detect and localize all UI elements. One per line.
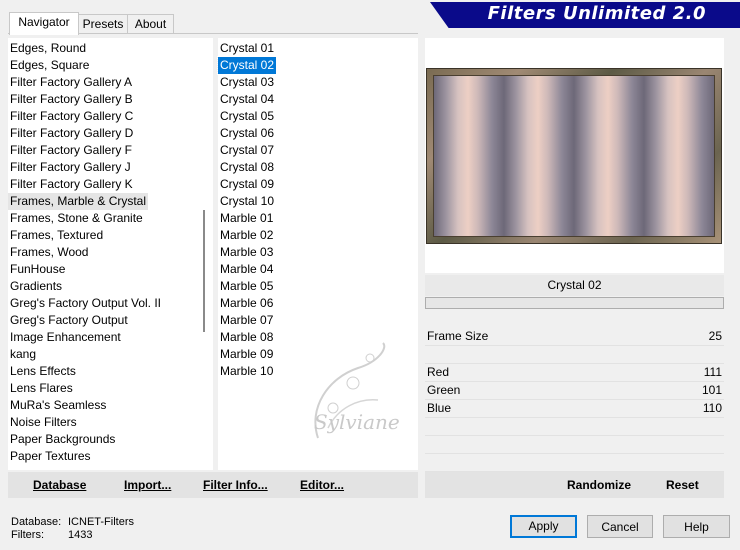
- category-item[interactable]: Frames, Wood: [8, 244, 90, 261]
- reset-button[interactable]: Reset: [666, 478, 699, 492]
- filter-item[interactable]: Crystal 04: [218, 91, 276, 108]
- filters-status-label: Filters:: [11, 529, 44, 541]
- filter-item[interactable]: Marble 01: [218, 210, 275, 227]
- app-title: Filters Unlimited 2.0: [487, 3, 706, 24]
- category-item[interactable]: Edges, Round: [8, 40, 88, 57]
- filter-item[interactable]: Marble 03: [218, 244, 275, 261]
- filter-item[interactable]: Marble 04: [218, 261, 275, 278]
- param-red[interactable]: Red 111: [425, 364, 724, 382]
- category-item[interactable]: Filter Factory Gallery B: [8, 91, 135, 108]
- filter-item[interactable]: Crystal 02: [216, 56, 278, 75]
- category-item[interactable]: Edges, Square: [8, 57, 91, 74]
- category-scrollbar[interactable]: [203, 38, 213, 470]
- filter-item[interactable]: Marble 10: [218, 363, 275, 380]
- filters-status-value: 1433: [68, 529, 93, 541]
- filter-item[interactable]: Marble 08: [218, 329, 275, 346]
- import-button[interactable]: Import...: [124, 478, 171, 492]
- watermark-text: Sylviane: [314, 410, 400, 434]
- category-item[interactable]: Filter Factory Gallery D: [8, 125, 135, 142]
- category-item[interactable]: Lens Flares: [8, 380, 75, 397]
- category-item[interactable]: Frames, Textured: [8, 227, 105, 244]
- filter-item[interactable]: Marble 05: [218, 278, 275, 295]
- tab-presets[interactable]: Presets: [77, 14, 129, 34]
- filter-item[interactable]: Crystal 03: [218, 74, 276, 91]
- param-label: Green: [427, 383, 461, 397]
- filter-list[interactable]: Sylviane Crystal 01 Crystal 02 Crystal 03 C…: [216, 38, 418, 470]
- filter-item[interactable]: Marble 09: [218, 346, 275, 363]
- category-item[interactable]: Greg's Factory Output Vol. II: [8, 295, 163, 312]
- param-label: Red: [427, 365, 450, 379]
- param-value: 111: [703, 365, 722, 379]
- category-item[interactable]: FunHouse: [8, 261, 67, 278]
- category-list[interactable]: Edges, Round Edges, Square Filter Factory …: [8, 38, 213, 470]
- param-empty-row: [425, 436, 724, 454]
- cancel-button[interactable]: Cancel: [587, 515, 653, 538]
- tab-navigator-label: Navigator: [18, 15, 70, 29]
- param-empty-row: [425, 454, 724, 472]
- tab-about[interactable]: About: [127, 14, 174, 34]
- database-status-label: Database:: [11, 516, 62, 528]
- category-item[interactable]: Gradients: [8, 278, 64, 295]
- category-item[interactable]: Greg's Factory Output: [8, 312, 130, 329]
- param-value: 25: [708, 329, 722, 343]
- filter-item[interactable]: Marble 07: [218, 312, 275, 329]
- category-item[interactable]: Filter Factory Gallery J: [8, 159, 133, 176]
- category-item[interactable]: Filter Factory Gallery K: [8, 176, 135, 193]
- current-filter-name: Crystal 02: [425, 275, 724, 296]
- param-green[interactable]: Green 101: [425, 382, 724, 400]
- title-banner: Filters Unlimited 2.0: [430, 2, 740, 28]
- category-item[interactable]: Frames, Stone & Granite: [8, 210, 145, 227]
- category-item[interactable]: kang: [8, 346, 38, 363]
- database-button[interactable]: Database: [33, 478, 86, 492]
- param-empty-row: [425, 346, 724, 364]
- preview-image: [426, 68, 722, 244]
- category-item[interactable]: MuRa's Seamless: [8, 397, 108, 414]
- category-item[interactable]: Filter Factory Gallery A: [8, 74, 134, 91]
- filters-unlimited-window: { "tabs": [ {"label":"Navigator","active…: [0, 0, 740, 550]
- preview-content: [433, 75, 715, 237]
- param-label: Frame Size: [427, 329, 489, 343]
- tab-about-label: About: [134, 17, 167, 31]
- filter-item[interactable]: Crystal 09: [218, 176, 276, 193]
- category-item[interactable]: Paper Backgrounds: [8, 431, 117, 448]
- filter-item[interactable]: Crystal 07: [218, 142, 276, 159]
- filter-item[interactable]: Crystal 01: [218, 40, 276, 57]
- database-status-value: ICNET-Filters: [68, 516, 134, 528]
- help-button[interactable]: Help: [663, 515, 730, 538]
- tab-navigator[interactable]: Navigator: [9, 12, 79, 35]
- filter-item[interactable]: Crystal 10: [218, 193, 276, 210]
- param-blue[interactable]: Blue 110: [425, 400, 724, 418]
- category-item[interactable]: Image Enhancement: [8, 329, 123, 346]
- editor-button[interactable]: Editor...: [300, 478, 344, 492]
- category-item[interactable]: Filter Factory Gallery C: [8, 108, 135, 125]
- filter-item[interactable]: Marble 02: [218, 227, 275, 244]
- param-value: 110: [702, 401, 722, 415]
- filter-item[interactable]: Crystal 08: [218, 159, 276, 176]
- filter-info-button[interactable]: Filter Info...: [203, 478, 268, 492]
- category-scroll-thumb[interactable]: [203, 210, 205, 332]
- filter-item[interactable]: Marble 06: [218, 295, 275, 312]
- category-item[interactable]: Lens Effects: [8, 363, 78, 380]
- param-label: Blue: [427, 401, 452, 415]
- filter-item[interactable]: Crystal 05: [218, 108, 276, 125]
- category-item[interactable]: Frames, Marble & Crystal: [8, 193, 149, 210]
- param-value: 101: [701, 383, 722, 397]
- category-item[interactable]: Paper Textures: [8, 448, 93, 465]
- tab-presets-label: Presets: [82, 17, 124, 31]
- progress-bar: [425, 297, 724, 309]
- filter-item[interactable]: Crystal 06: [218, 125, 276, 142]
- apply-button[interactable]: Apply: [510, 515, 577, 538]
- param-empty-row: [425, 418, 724, 436]
- category-item[interactable]: Filter Factory Gallery F: [8, 142, 134, 159]
- randomize-button[interactable]: Randomize: [567, 478, 631, 492]
- category-item[interactable]: Noise Filters: [8, 414, 79, 431]
- param-frame-size[interactable]: Frame Size 25: [425, 328, 724, 346]
